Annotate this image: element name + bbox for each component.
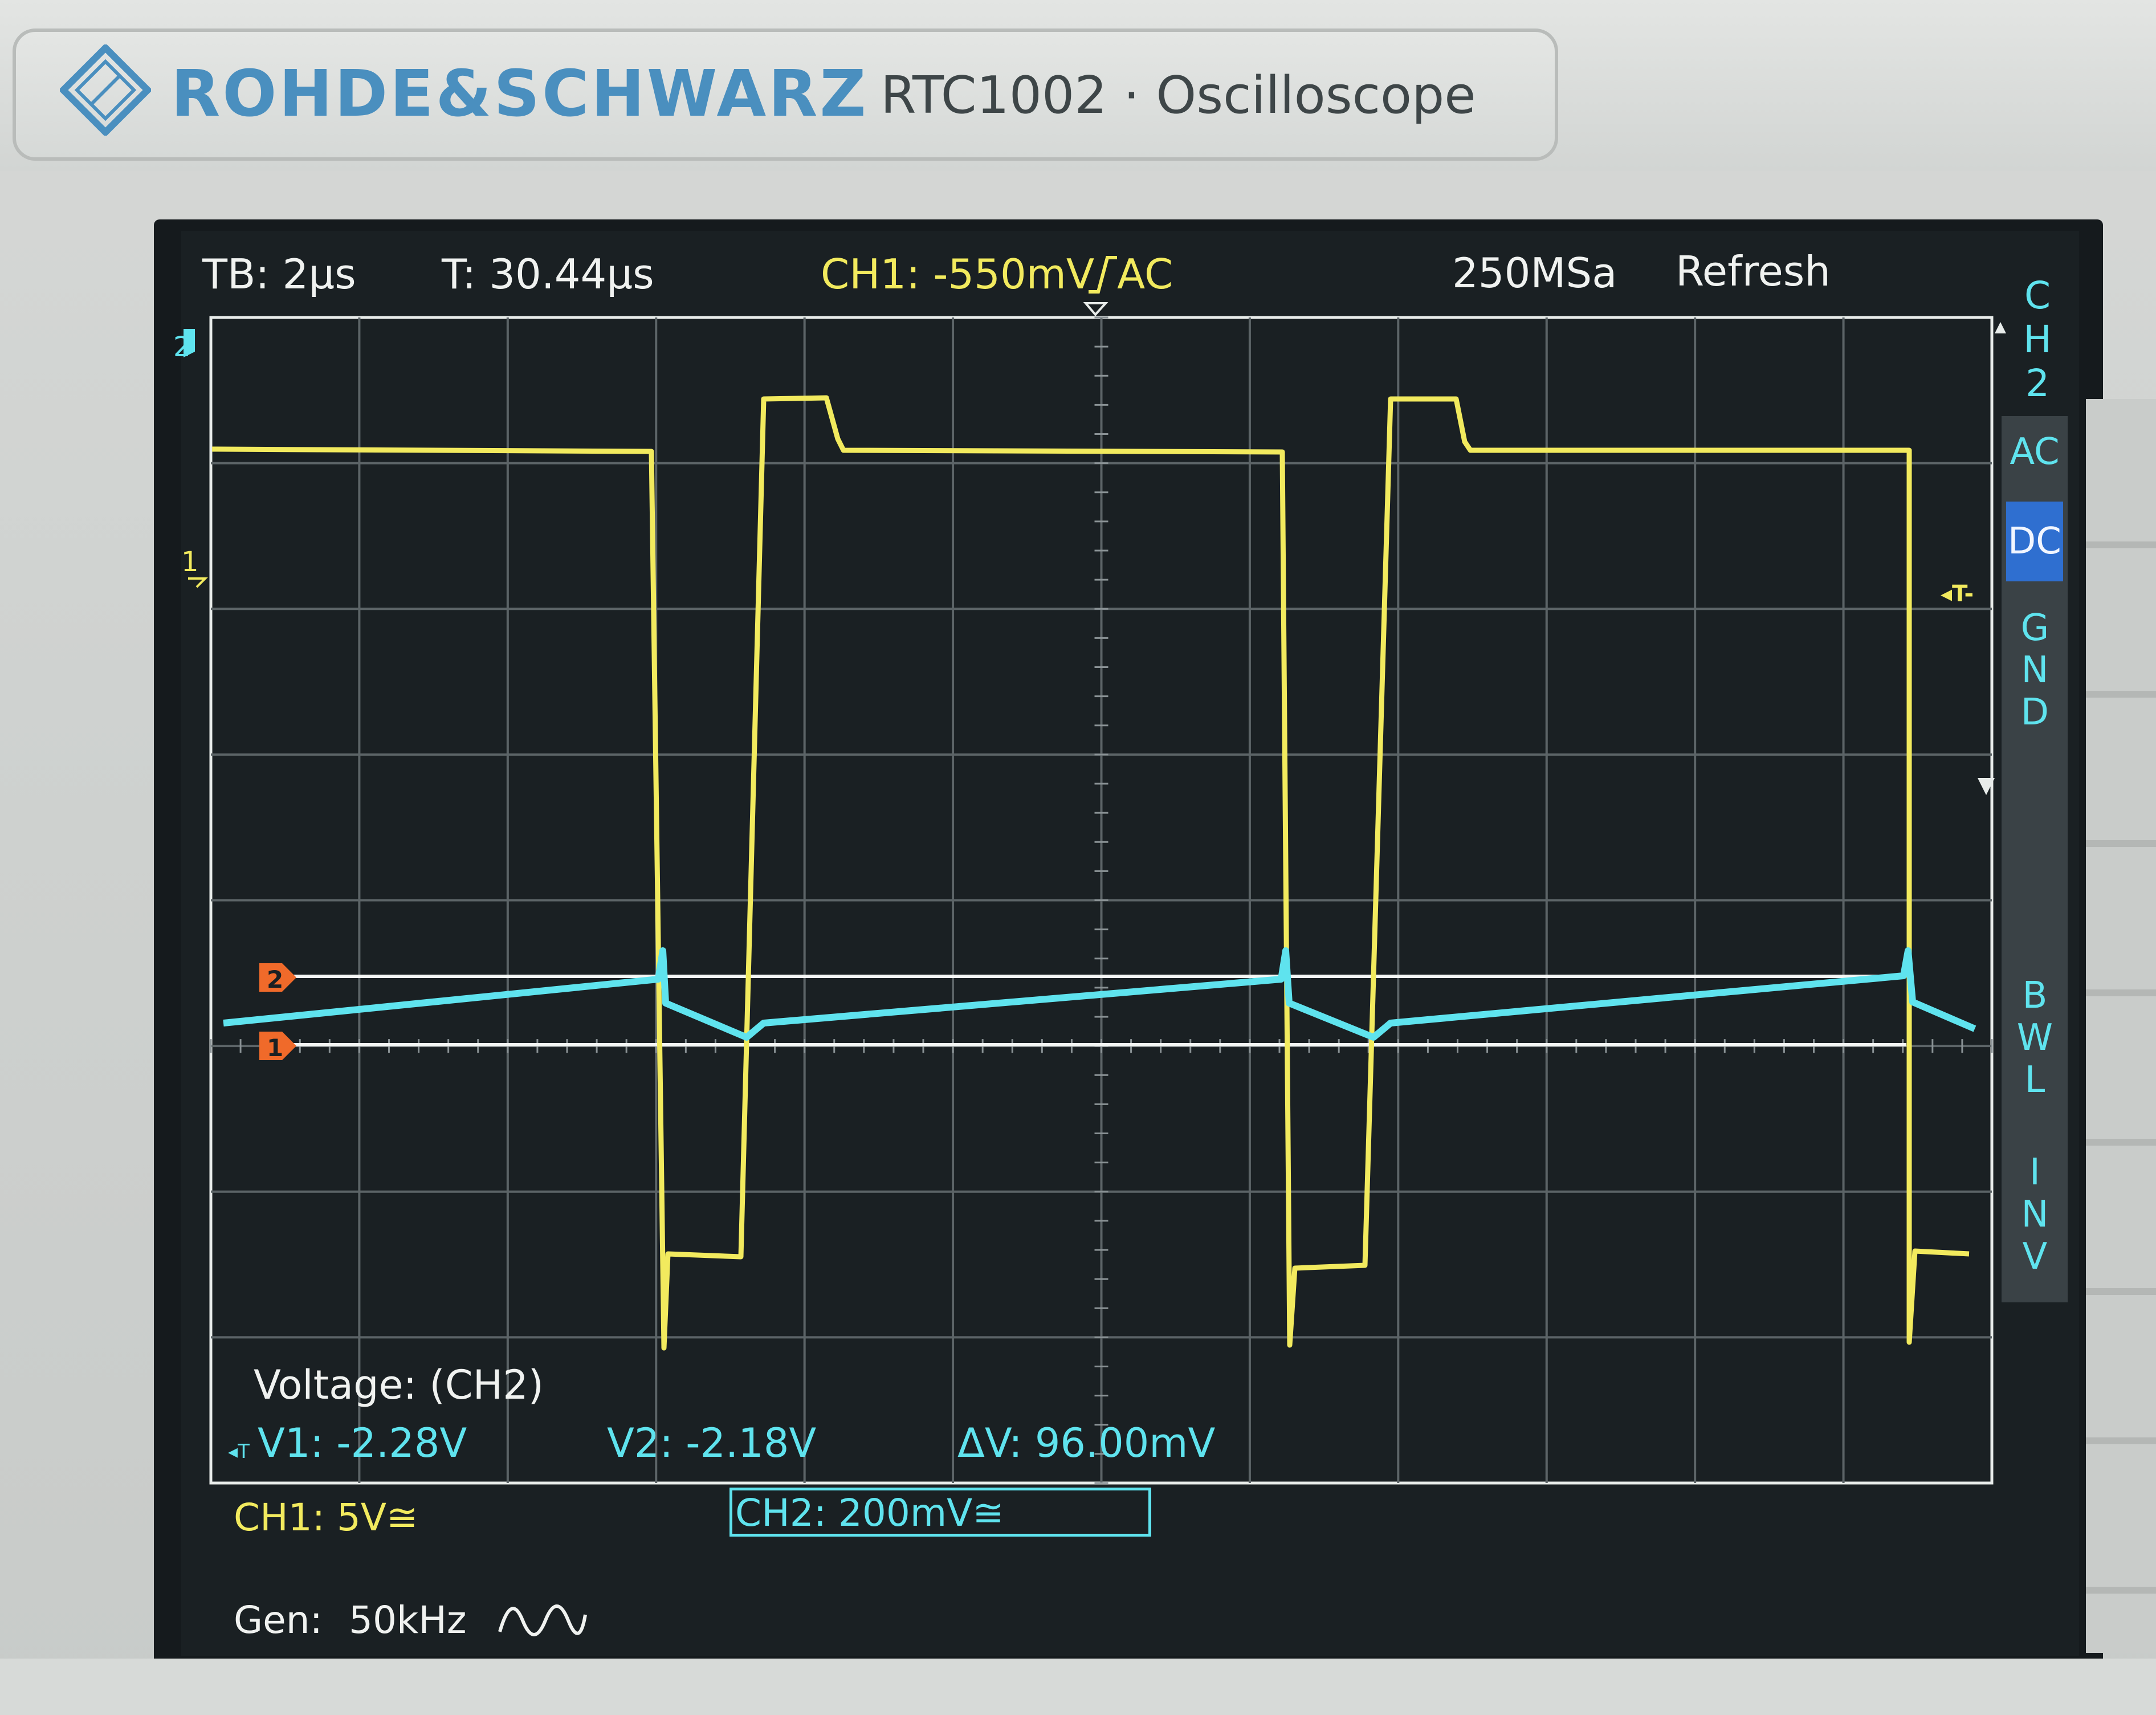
coupling-gnd-label: GND <box>2014 607 2056 734</box>
inv-button[interactable]: INV <box>2006 1151 2063 1288</box>
measurement-delta-v: ΔV: 96.00mV <box>957 1420 1216 1466</box>
trigger-position-marker-icon <box>1083 302 1108 317</box>
coupling-dc-button[interactable]: DC <box>2006 502 2063 581</box>
bwl-label: BWL <box>2014 975 2056 1101</box>
ch2-offset-marker-label: 2 <box>173 331 191 363</box>
ch1-offset-marker-label: 1 <box>181 546 199 578</box>
measurement-v2: V2: -2.18V <box>607 1420 817 1466</box>
sine-wave-icon <box>498 1604 587 1636</box>
coupling-gnd-button[interactable]: GND <box>2006 607 2063 744</box>
generator-label: Gen: <box>234 1598 323 1642</box>
inv-label: INV <box>2014 1151 2056 1278</box>
measurement-title: Voltage: (CH2) <box>254 1362 544 1408</box>
measurement-marker-icon: ◂T <box>228 1440 250 1463</box>
ch2-waveform <box>223 947 1976 1041</box>
channel-menu-title: CH2 <box>2009 274 2066 415</box>
cursor-1-marker-label: 1 <box>267 1034 283 1062</box>
scroll-up-icon[interactable] <box>1995 322 2006 333</box>
bwl-button[interactable]: BWL <box>2006 975 2063 1111</box>
ch2-scale-label[interactable]: CH2: 200mV≅ <box>735 1494 1004 1532</box>
bottom-bezel <box>0 1659 2156 1715</box>
channel-menu-title-text: CH2 <box>2015 274 2060 405</box>
generator-frequency[interactable]: 50kHz <box>349 1602 466 1639</box>
ch1-scale-label[interactable]: CH1: 5V≅ <box>234 1499 418 1537</box>
measurement-v1: V1: -2.28V <box>258 1420 467 1466</box>
side-panel <box>2086 399 2156 1653</box>
cursor-2-marker-label: 2 <box>267 966 283 993</box>
ch1-offset-marker-icon <box>188 577 208 588</box>
ch1-waveform <box>211 395 1970 1351</box>
scroll-down-icon[interactable] <box>1978 778 1995 795</box>
coupling-ac-button[interactable]: AC <box>2006 430 2063 474</box>
trigger-level-marker-label: ◂T- <box>1941 581 1974 607</box>
